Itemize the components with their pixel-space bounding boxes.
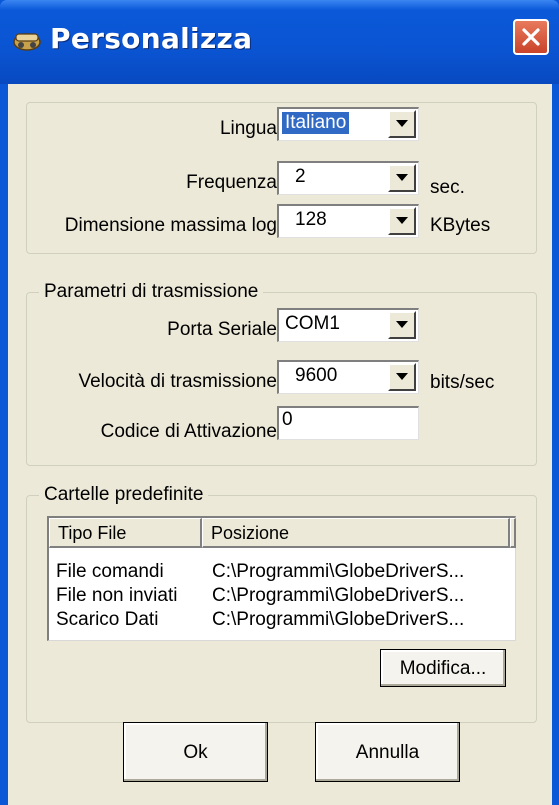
- frequenza-select[interactable]: 2: [277, 161, 419, 195]
- window-title: Personalizza: [50, 22, 253, 55]
- dimensione-dropdown-button[interactable]: [388, 207, 416, 235]
- codice-label: Codice di Attivazione: [100, 421, 277, 442]
- codice-input[interactable]: 0: [277, 406, 419, 440]
- dimensione-value: 128: [295, 209, 327, 230]
- lingua-dropdown-button[interactable]: [388, 110, 416, 138]
- list-item-tipo: File non inviati: [56, 585, 178, 606]
- frequenza-label: Frequenza: [186, 172, 277, 193]
- chevron-down-icon: [396, 174, 408, 181]
- chevron-down-icon: [396, 373, 408, 380]
- list-item-posizione: C:\Programmi\GlobeDriverS...: [212, 561, 465, 582]
- frequenza-unit: sec.: [430, 177, 465, 198]
- annulla-button-label: Annulla: [355, 742, 420, 763]
- list-item-tipo: File comandi: [56, 561, 164, 582]
- frequenza-value: 2: [295, 166, 306, 187]
- list-item-tipo: Scarico Dati: [56, 609, 159, 630]
- velocita-unit: bits/sec: [430, 372, 495, 393]
- list-item-posizione: C:\Programmi\GlobeDriverS...: [212, 609, 465, 630]
- close-icon: [522, 28, 540, 46]
- velocita-dropdown-button[interactable]: [388, 363, 416, 391]
- porta-dropdown-button[interactable]: [388, 311, 416, 339]
- porta-label: Porta Seriale: [167, 319, 277, 340]
- column-header-posizione[interactable]: Posizione: [202, 518, 510, 548]
- column-header-tipo[interactable]: Tipo File: [49, 518, 202, 548]
- folders-list[interactable]: Tipo File Posizione File comandi C:\Prog…: [47, 516, 516, 641]
- personalizza-dialog: Personalizza Lingua Italiano Frequenza 2…: [0, 0, 559, 805]
- folders-group-title: Cartelle predefinite: [39, 484, 209, 506]
- modifica-button-label: Modifica...: [399, 658, 487, 679]
- ok-button-label: Ok: [183, 742, 208, 763]
- list-item-posizione: C:\Programmi\GlobeDriverS...: [212, 585, 465, 606]
- column-header-posizione-label: Posizione: [211, 523, 290, 543]
- velocita-select[interactable]: 9600: [277, 360, 419, 394]
- annulla-button[interactable]: Annulla: [315, 722, 460, 782]
- modifica-button[interactable]: Modifica...: [380, 649, 506, 687]
- ok-button[interactable]: Ok: [123, 722, 268, 782]
- close-button[interactable]: [513, 19, 549, 55]
- porta-value: COM1: [285, 313, 340, 334]
- lingua-value: Italiano: [282, 112, 350, 134]
- app-icon: [13, 33, 41, 51]
- velocita-value: 9600: [295, 365, 338, 386]
- chevron-down-icon: [396, 217, 408, 224]
- frequenza-dropdown-button[interactable]: [388, 164, 416, 192]
- dialog-body: Lingua Italiano Frequenza 2 sec. Dimensi…: [8, 84, 552, 805]
- column-header-tipo-label: Tipo File: [58, 523, 127, 543]
- velocita-label: Velocità di trasmissione: [78, 371, 277, 392]
- chevron-down-icon: [396, 321, 408, 328]
- lingua-label: Lingua: [219, 118, 277, 139]
- lingua-select[interactable]: Italiano: [277, 107, 419, 141]
- dimensione-unit: KBytes: [430, 215, 491, 236]
- transmission-group-title: Parametri di trasmissione: [39, 281, 264, 303]
- column-header-filler: [510, 518, 516, 548]
- chevron-down-icon: [396, 120, 408, 127]
- codice-value: 0: [282, 409, 293, 430]
- dimensione-select[interactable]: 128: [277, 204, 419, 238]
- dimensione-label: Dimensione massima log: [64, 215, 277, 236]
- title-bar[interactable]: Personalizza: [0, 0, 559, 84]
- porta-select[interactable]: COM1: [277, 308, 419, 342]
